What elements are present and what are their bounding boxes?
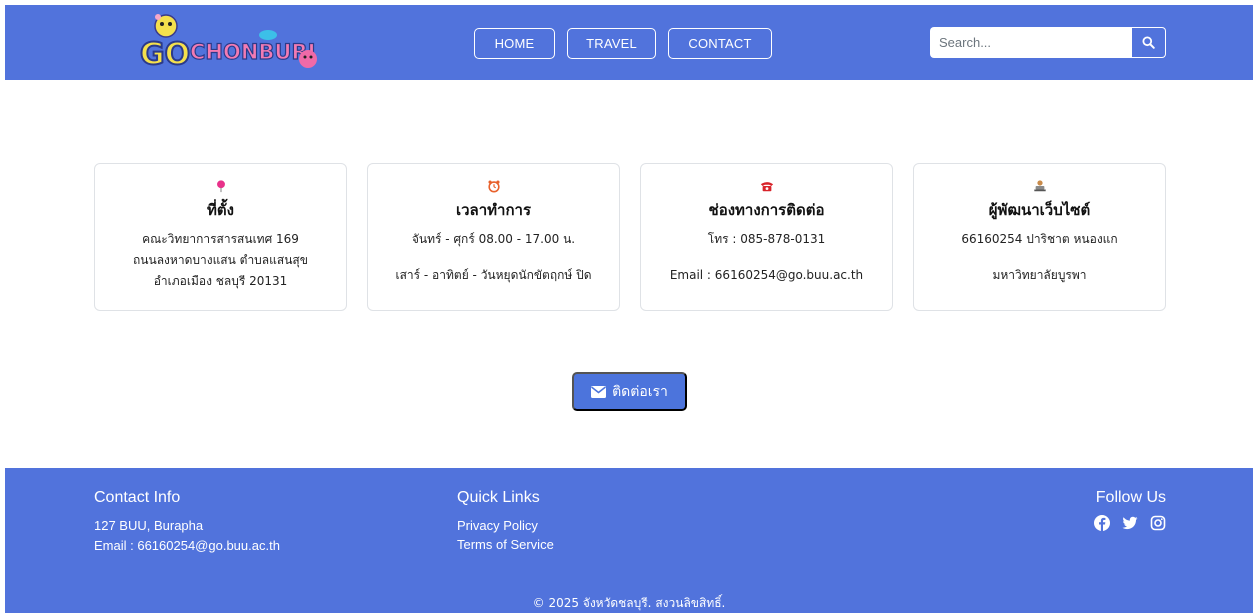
footer-links-title: Quick Links — [457, 489, 540, 506]
contact-us-button[interactable]: ติดต่อเรา — [572, 372, 687, 411]
search-form — [930, 27, 1166, 58]
card-email: Email : 66160254@go.buu.ac.th — [669, 268, 864, 282]
footer-follow-title: Follow Us — [1095, 489, 1166, 506]
card-text: 66160254 ปาริชาต หนองแก — [961, 232, 1118, 246]
card-hours: เวลาทำการ จันทร์ - ศุกร์ 08.00 - 17.00 น… — [367, 163, 620, 311]
card-text: จันทร์ - ศุกร์ 08.00 - 17.00 น. — [411, 232, 576, 246]
card-contact-channels: ช่องทางการติดต่อ โทร : 085-878-0131 Emai… — [640, 163, 893, 311]
nav-travel-button[interactable]: TRAVEL — [567, 28, 656, 59]
instagram-icon[interactable] — [1150, 515, 1166, 531]
terms-of-service-link[interactable]: Terms of Service — [457, 537, 554, 552]
card-title: เวลาทำการ — [455, 201, 532, 219]
alarm-clock-icon — [487, 180, 500, 193]
envelope-icon — [591, 385, 607, 398]
search-input[interactable] — [930, 27, 1132, 58]
card-title: ผู้พัฒนาเว็บไซต์ — [988, 201, 1091, 219]
card-text: อำเภอเมือง ชลบุรี 20131 — [153, 274, 288, 288]
search-icon — [1142, 36, 1155, 49]
map-pin-icon — [216, 180, 225, 193]
footer-contact-title: Contact Info — [94, 489, 181, 506]
contact-us-label: ติดต่อเรา — [612, 383, 668, 400]
info-cards: ที่ตั้ง คณะวิทยาการสารสนเทศ 169 ถนนลงหาด… — [94, 163, 1166, 311]
site-header: GO CHONBURI HOME TRAVEL CONTACT — [5, 5, 1253, 80]
developer-icon — [1033, 180, 1046, 192]
footer-quick-links: Quick Links Privacy Policy Terms of Serv… — [457, 488, 554, 554]
facebook-icon[interactable] — [1094, 515, 1110, 531]
privacy-policy-link[interactable]: Privacy Policy — [457, 518, 538, 533]
card-title: ที่ตั้ง — [207, 201, 234, 219]
footer-follow: Follow Us — [1094, 488, 1166, 531]
footer-contact-info: Contact Info 127 BUU, Burapha Email : 66… — [94, 488, 280, 556]
card-text: โทร : 085-878-0131 — [707, 232, 826, 246]
svg-text:CHONBURI: CHONBURI — [190, 40, 315, 64]
footer-address: 127 BUU, Burapha — [94, 518, 204, 533]
card-text: เสาร์ - อาทิตย์ - วันหยุดนักขัตฤกษ์ ปิด — [395, 268, 592, 282]
footer-email: Email : 66160254@go.buu.ac.th — [94, 538, 280, 553]
search-button[interactable] — [1132, 27, 1166, 58]
card-text: ถนนลงหาดบางแสน ตำบลแสนสุข — [133, 253, 308, 267]
twitter-icon[interactable] — [1122, 515, 1138, 531]
card-text: มหาวิทยาลัยบูรพา — [992, 268, 1087, 282]
main-nav: HOME TRAVEL CONTACT — [474, 28, 772, 59]
card-location: ที่ตั้ง คณะวิทยาการสารสนเทศ 169 ถนนลงหาด… — [94, 163, 347, 311]
card-title: ช่องทางการติดต่อ — [708, 201, 825, 219]
site-logo[interactable]: GO CHONBURI — [138, 9, 322, 77]
nav-home-button[interactable]: HOME — [474, 28, 555, 59]
card-developer: ผู้พัฒนาเว็บไซต์ 66160254 ปาริชาต หนองแก… — [913, 163, 1166, 311]
copyright-text: © 2025 จังหวัดชลบุรี. สงวนลิขสิทธิ์. — [532, 596, 726, 610]
svg-text:GO: GO — [140, 37, 190, 72]
telephone-icon — [760, 182, 773, 192]
site-footer: Contact Info 127 BUU, Burapha Email : 66… — [5, 468, 1253, 613]
nav-contact-button[interactable]: CONTACT — [668, 28, 772, 59]
logo-image: GO CHONBURI — [139, 14, 317, 73]
card-text: คณะวิทยาการสารสนเทศ 169 — [142, 232, 299, 246]
